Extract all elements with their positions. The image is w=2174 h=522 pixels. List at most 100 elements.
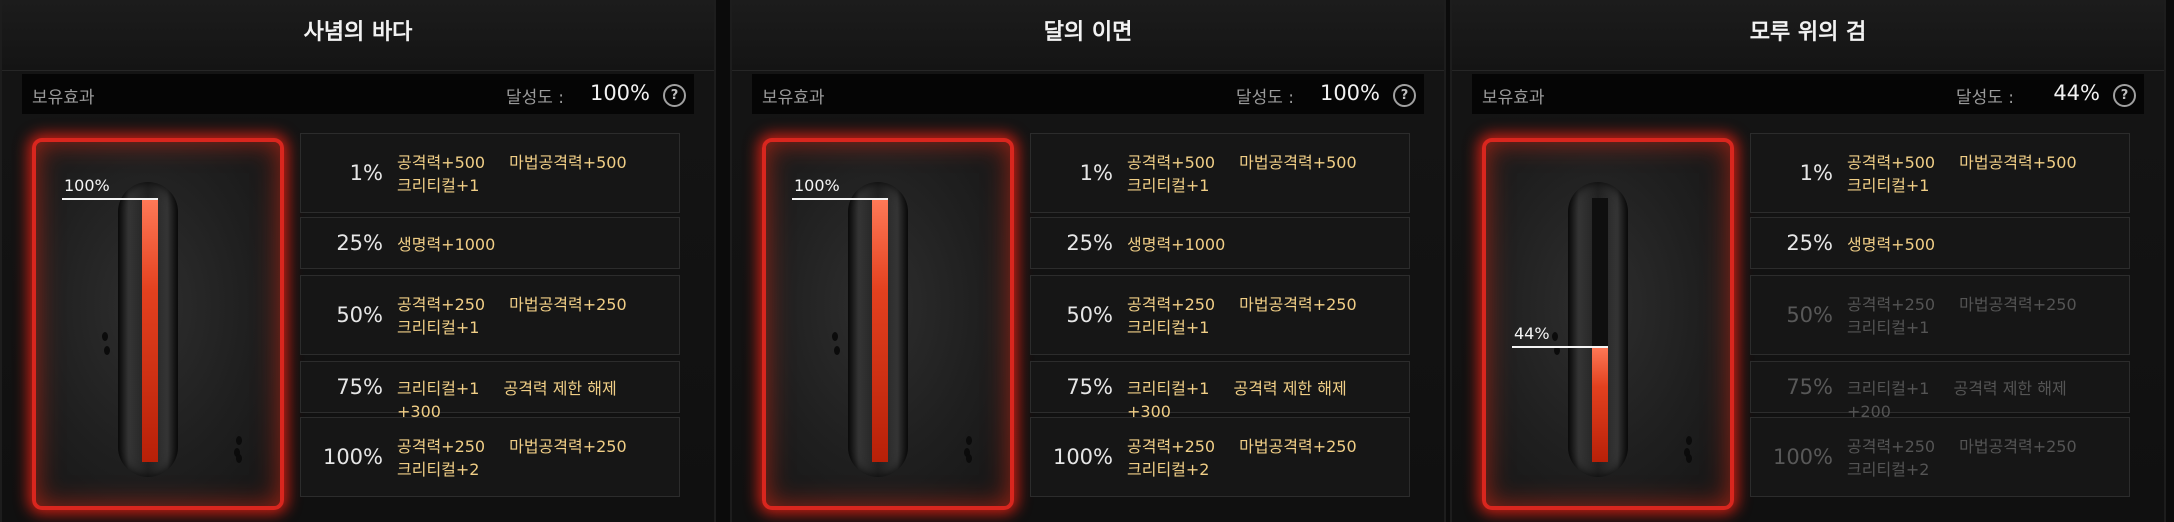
panel-title-bar: 사념의 바다: [2, 0, 714, 71]
tier-effect-line: 공격력+500 마법공격력+500: [1847, 151, 2101, 174]
panel-title-bar: 모루 위의 검: [1452, 0, 2164, 71]
tier-effect-item: 생명력+1000: [1127, 234, 1226, 254]
tier-effect-line: 생명력+1000: [1127, 233, 1249, 256]
tier-effect-item: 크리티컬+1: [1847, 378, 1930, 398]
tier-effect-item: 마법공격력+250: [1959, 295, 2077, 314]
tier-effect-text: 공격력+250 마법공격력+250 크리티컬+1: [1127, 293, 1381, 339]
tier-percent: 1%: [1079, 161, 1113, 185]
tier-percent: 75%: [1066, 375, 1113, 399]
question-circle-icon[interactable]: ?: [2113, 84, 2136, 107]
tier-effect-item: 크리티컬+1: [1847, 318, 1930, 337]
tier-percent: 1%: [349, 161, 383, 185]
progress-stone-gauge: 100%: [32, 138, 284, 510]
tier-effect-item: 마법공격력+250: [509, 437, 627, 456]
effect-label: 보유효과: [1482, 88, 1545, 108]
tier-effect-line: 크리티컬+2: [1127, 458, 1381, 481]
tier-percent: 25%: [1066, 231, 1113, 255]
tier-row: 1% 공격력+500 마법공격력+500 크리티컬+1: [1750, 133, 2130, 213]
tier-effect-item: 공격력+250: [1127, 437, 1216, 456]
tier-percent: 75%: [1786, 375, 1833, 399]
gauge-percent-label: 44%: [1514, 324, 1550, 343]
tier-effect-line: 공격력+250 마법공격력+250: [1847, 293, 2101, 316]
tier-percent: 50%: [1066, 303, 1113, 327]
gauge-track: [142, 198, 158, 462]
stone-hole-decoration: [104, 346, 110, 355]
gauge-fill-bar: [872, 198, 888, 462]
tier-effect-text: 생명력+1000: [1127, 233, 1249, 256]
achievement-label: 달성도 :: [1955, 88, 2014, 108]
tier-effect-item: 공격력+500: [1847, 153, 1936, 172]
tier-effect-text: 공격력+250 마법공격력+250 크리티컬+2: [1127, 435, 1381, 481]
tier-effect-item: 크리티컬+1: [1127, 378, 1210, 398]
panel-title: 사념의 바다: [303, 20, 413, 45]
tier-row: 25% 생명력+500: [1750, 217, 2130, 269]
tier-effect-item: 공격력+250: [1127, 295, 1216, 314]
tier-effect-text: 생명력+500: [1847, 233, 1959, 256]
tier-percent: 50%: [336, 303, 383, 327]
tier-effect-item: 크리티컬+2: [397, 460, 480, 479]
tier-effect-line: 크리티컬+1: [397, 174, 651, 197]
collection-panel: 달의 이면보유효과 달성도 : 100%? 100% 1% 공격력+500 마법공격력+50…: [730, 0, 1446, 522]
tier-effect-item: 크리티컬+1: [1127, 318, 1210, 337]
tier-percent: 25%: [336, 231, 383, 255]
tier-effect-line: 공격력+250 마법공격력+250: [1847, 435, 2101, 458]
tier-row: 75% 크리티컬+1 공격력 제한 해제+300: [1030, 361, 1410, 421]
question-circle-icon[interactable]: ?: [663, 84, 686, 107]
tier-percent: 100%: [322, 445, 383, 469]
tier-effect-line: 크리티컬+1: [397, 316, 651, 339]
tier-effect-item: 마법공격력+250: [509, 295, 627, 314]
achievement-label: 달성도 :: [505, 88, 564, 108]
stone-hole-decoration: [236, 454, 242, 463]
tier-effect-item: 마법공격력+500: [509, 153, 627, 172]
panel-title: 달의 이면: [1043, 20, 1133, 45]
tier-effect-item: 크리티컬+1: [397, 378, 480, 398]
tier-effect-item: 공격력+250: [1847, 295, 1936, 314]
tier-effect-item: 크리티컬+1: [1847, 176, 1930, 195]
collection-panel: 모루 위의 검 보유효과 달성도 : 44%? 44% 1% 공격력+500 마법공격력+50…: [1450, 0, 2166, 522]
tier-percent: 75%: [336, 375, 383, 399]
tier-effect-item: 크리티컬+1: [397, 318, 480, 337]
tier-effect-text: 공격력+250 마법공격력+250 크리티컬+2: [397, 435, 651, 481]
tier-effect-text: 공격력+500 마법공격력+500 크리티컬+1: [1127, 151, 1381, 197]
tier-effect-text: 크리티컬+1 공격력 제한 해제+300: [1127, 377, 1409, 423]
tier-effect-item: 공격력+250: [1847, 437, 1936, 456]
gauge-marker-line: [1512, 346, 1608, 348]
tier-effect-line: 공격력+500 마법공격력+500: [397, 151, 651, 174]
question-circle-icon[interactable]: ?: [1393, 84, 1416, 107]
tier-effect-line: 공격력+250 마법공격력+250: [397, 435, 651, 458]
achievement-label: 달성도 :: [1235, 88, 1294, 108]
stone-hole-decoration: [832, 332, 838, 341]
tier-effect-line: 크리티컬+2: [1847, 458, 2101, 481]
tier-effect-line: 크리티컬+2: [397, 458, 651, 481]
tier-effect-line: 크리티컬+1 공격력 제한 해제+200: [1847, 377, 2129, 423]
tier-effect-line: 공격력+250 마법공격력+250: [1127, 435, 1381, 458]
gauge-track: [872, 198, 888, 462]
gauge-marker-line: [792, 198, 888, 200]
tier-row: 1% 공격력+500 마법공격력+500 크리티컬+1: [300, 133, 680, 213]
tier-effect-item: 공격력+250: [397, 437, 486, 456]
progress-stone-gauge: 100%: [762, 138, 1014, 510]
tier-effect-line: 공격력+250 마법공격력+250: [397, 293, 651, 316]
tier-row: 75% 크리티컬+1 공격력 제한 해제+200: [1750, 361, 2130, 421]
tier-effect-text: 크리티컬+1 공격력 제한 해제+200: [1847, 377, 2129, 423]
tier-effect-item: 크리티컬+1: [397, 176, 480, 195]
tier-effect-item: 생명력+1000: [397, 234, 496, 254]
tier-effect-item: 크리티컬+2: [1127, 460, 1210, 479]
tier-row: 50% 공격력+250 마법공격력+250 크리티컬+1: [1030, 275, 1410, 355]
tier-effect-item: 마법공격력+250: [1959, 437, 2077, 456]
tier-effect-line: 크리티컬+1: [1847, 316, 2101, 339]
tier-effect-line: 크리티컬+1: [1127, 316, 1381, 339]
tier-row: 100% 공격력+250 마법공격력+250 크리티컬+2: [300, 417, 680, 497]
gauge-fill-bar: [142, 198, 158, 462]
tier-percent: 50%: [1786, 303, 1833, 327]
effect-header-bar: 보유효과 달성도 : 100%?: [752, 74, 1424, 114]
gauge-fill-bar: [1592, 346, 1608, 462]
tier-row: 100% 공격력+250 마법공격력+250 크리티컬+2: [1750, 417, 2130, 497]
stone-hole-decoration: [236, 436, 242, 445]
tier-effect-line: 크리티컬+1: [1127, 174, 1381, 197]
tier-row: 25% 생명력+1000: [1030, 217, 1410, 269]
effect-label: 보유효과: [32, 88, 95, 108]
tier-effect-item: 마법공격력+500: [1959, 153, 2077, 172]
tier-effect-line: 생명력+1000: [397, 233, 519, 256]
tier-effect-text: 공격력+250 마법공격력+250 크리티컬+1: [397, 293, 651, 339]
